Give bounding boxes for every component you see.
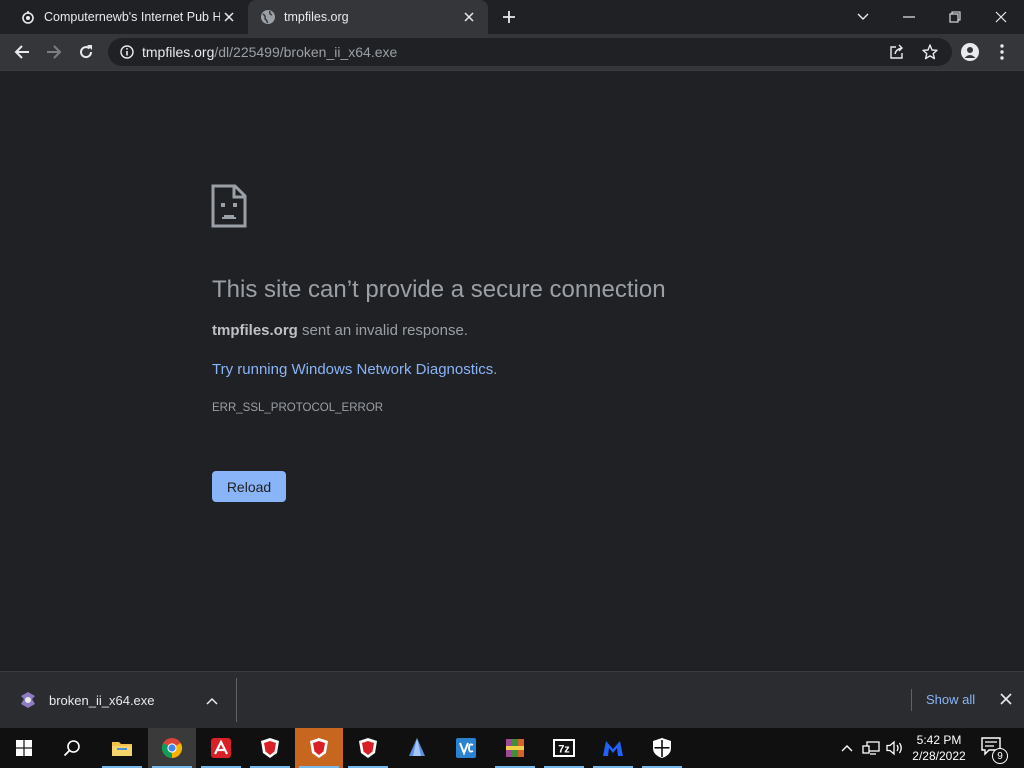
windows-logo-icon — [16, 740, 32, 756]
taskbar-brave-1[interactable] — [246, 728, 294, 768]
clock-time: 5:42 PM — [916, 733, 962, 747]
minimize-button[interactable] — [886, 0, 932, 34]
profile-icon[interactable] — [956, 38, 984, 66]
diagnostics-prefix: Try running — [212, 361, 292, 378]
screen: Computernewb's Internet Pub H tmpfiles.o… — [0, 0, 1024, 768]
error-title: This site can’t provide a secure connect… — [212, 276, 666, 303]
forward-button[interactable] — [40, 38, 68, 66]
diagnostics-line: Try running Windows Network Diagnostics. — [212, 361, 497, 378]
clock-date: 2/28/2022 — [912, 749, 966, 763]
info-icon[interactable] — [112, 45, 142, 59]
chrome-icon — [161, 738, 183, 759]
menu-dots-icon[interactable] — [988, 38, 1016, 66]
taskbar-app-launcher[interactable] — [393, 728, 441, 768]
close-window-button[interactable] — [978, 0, 1024, 34]
restore-button[interactable] — [932, 0, 978, 34]
error-host: tmpfiles.org — [212, 322, 298, 339]
avira-icon — [211, 738, 231, 758]
taskbar-7zip[interactable]: 7z — [540, 728, 588, 768]
error-message: sent an invalid response. — [302, 322, 468, 339]
url-text: tmpfiles.org/dl/225499/broken_ii_x64.exe — [142, 44, 397, 60]
vscode-icon — [456, 738, 476, 758]
7zip-icon: 7z — [553, 739, 575, 757]
taskbar-file-explorer[interactable] — [98, 728, 146, 768]
taskbar-winrar[interactable] — [491, 728, 539, 768]
taskbar-brave-3[interactable] — [344, 728, 392, 768]
sad-document-icon — [211, 184, 247, 228]
show-all-link[interactable]: Show all — [926, 692, 975, 707]
error-page: This site can’t provide a secure connect… — [0, 71, 1024, 671]
start-button[interactable] — [0, 728, 48, 768]
tray-chevron-up-icon[interactable] — [838, 738, 856, 758]
address-bar[interactable]: tmpfiles.org/dl/225499/broken_ii_x64.exe — [108, 38, 952, 66]
back-button[interactable] — [8, 38, 36, 66]
bookmark-star-icon[interactable] — [919, 42, 941, 62]
chevron-up-icon[interactable] — [203, 692, 221, 710]
search-icon — [63, 740, 80, 757]
taskbar-chrome[interactable] — [148, 728, 196, 768]
url-path: /dl/225499/broken_ii_x64.exe — [214, 44, 398, 60]
winrar-icon — [506, 739, 524, 757]
action-center-button[interactable]: 9 — [980, 736, 1008, 764]
malwarebytes-icon — [603, 741, 623, 756]
system-clock[interactable]: 5:42 PM 2/28/2022 — [906, 732, 972, 764]
taskbar-avira[interactable] — [197, 728, 245, 768]
tab-strip: Computernewb's Internet Pub H tmpfiles.o… — [0, 0, 1024, 34]
tab-search-button[interactable] — [840, 0, 886, 34]
windows-security-shield-icon — [653, 738, 671, 758]
new-tab-button[interactable] — [498, 6, 520, 28]
download-filename: broken_ii_x64.exe — [49, 693, 155, 708]
svg-text:7z: 7z — [558, 744, 570, 756]
globe-icon — [260, 9, 276, 25]
notification-count-badge: 9 — [992, 748, 1008, 764]
share-icon[interactable] — [886, 42, 908, 62]
brave-shield-icon — [261, 738, 279, 758]
crystal-icon — [409, 738, 425, 756]
downloads-shelf: broken_ii_x64.exe Show all — [0, 671, 1024, 728]
search-button[interactable] — [48, 728, 96, 768]
tor-onion-icon — [20, 9, 36, 25]
taskbar-brave-2[interactable] — [295, 728, 343, 768]
network-icon[interactable] — [862, 738, 880, 758]
volume-icon[interactable] — [886, 738, 904, 758]
taskbar-vs-code[interactable] — [442, 728, 490, 768]
reload-button[interactable]: Reload — [212, 471, 286, 502]
download-item[interactable]: broken_ii_x64.exe — [0, 672, 236, 728]
error-description: tmpfiles.org sent an invalid response. — [212, 322, 468, 339]
tab-tmpfiles[interactable]: tmpfiles.org — [248, 0, 488, 34]
divider — [236, 678, 237, 722]
error-code: ERR_SSL_PROTOCOL_ERROR — [212, 402, 384, 414]
windows-taskbar: 7z 5:42 PM 2/28/2022 9 — [0, 728, 1024, 768]
executable-file-icon — [21, 692, 35, 708]
divider — [911, 689, 912, 711]
brave-shield-icon — [310, 738, 328, 758]
diagnostics-suffix: . — [493, 361, 498, 378]
tab-close-icon[interactable] — [460, 8, 478, 26]
tab-computernewb[interactable]: Computernewb's Internet Pub H — [8, 0, 248, 34]
network-diagnostics-link[interactable]: Windows Network Diagnostics — [291, 361, 493, 378]
tab-title: Computernewb's Internet Pub H — [44, 10, 220, 24]
reload-icon[interactable] — [72, 38, 100, 66]
brave-shield-icon — [359, 738, 377, 758]
taskbar-malwarebytes[interactable] — [589, 728, 637, 768]
folder-icon — [112, 742, 132, 756]
tab-title: tmpfiles.org — [284, 10, 349, 24]
taskbar-windows-security[interactable] — [638, 728, 686, 768]
tab-close-icon[interactable] — [220, 8, 238, 26]
browser-toolbar: tmpfiles.org/dl/225499/broken_ii_x64.exe — [0, 34, 1024, 71]
close-icon[interactable] — [997, 690, 1015, 708]
url-domain: tmpfiles.org — [142, 44, 215, 60]
